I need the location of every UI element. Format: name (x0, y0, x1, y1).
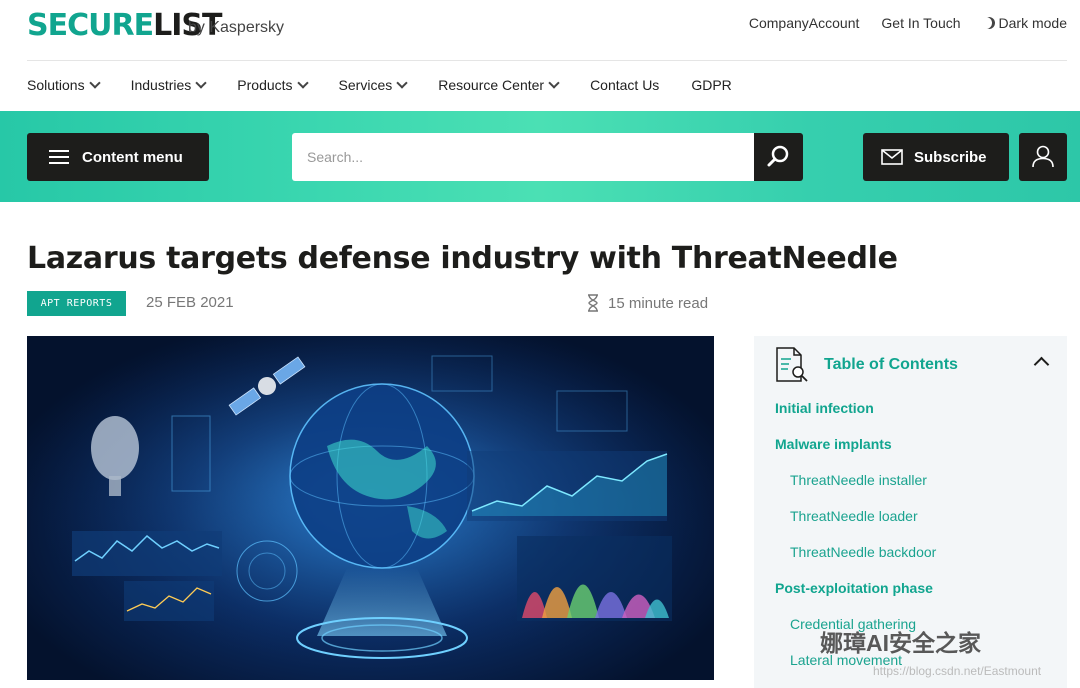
nav-item-products[interactable]: Products (237, 77, 309, 93)
watermark-url: https://blog.csdn.net/Eastmount (873, 664, 1042, 678)
publish-date: 25 FEB 2021 (146, 294, 234, 311)
hamburger-icon (49, 150, 69, 164)
envelope-icon (881, 149, 903, 165)
read-time: 15 minute read (586, 294, 708, 312)
nav-item-label: Industries (130, 77, 192, 93)
chevron-down-icon (88, 77, 101, 89)
content-menu-label: Content menu (82, 148, 183, 166)
chevron-down-icon (296, 77, 309, 89)
read-time-label: 15 minute read (608, 294, 709, 312)
toc-item[interactable]: Malware implants (775, 436, 936, 472)
search-input[interactable]: Search... (292, 133, 754, 181)
get-in-touch-link[interactable]: Get In Touch (881, 15, 960, 31)
toc-item[interactable]: ThreatNeedle installer (775, 472, 936, 508)
toc-header[interactable]: Table of Contents (774, 346, 958, 384)
cyber-illustration (27, 336, 714, 680)
nav-item-resource-center[interactable]: Resource Center (438, 77, 560, 93)
logo-secure: SECURE (27, 8, 154, 43)
hourglass-icon (588, 294, 598, 312)
category-badge[interactable]: APT REPORTS (27, 291, 126, 316)
toc-item[interactable]: ThreatNeedle loader (775, 508, 936, 544)
nav-item-label: Solutions (27, 77, 85, 93)
toc-title: Table of Contents (824, 356, 958, 373)
nav-item-label: Resource Center (438, 77, 545, 93)
toc-item[interactable]: Initial infection (775, 400, 936, 436)
header-divider (27, 60, 1067, 61)
chevron-down-icon (548, 77, 560, 89)
nav-item-label: Products (237, 77, 293, 93)
top-links: CompanyAccount Get In Touch Dark mode (749, 15, 1067, 31)
chevron-up-icon[interactable] (1033, 356, 1050, 373)
dark-mode-toggle[interactable]: Dark mode (983, 15, 1067, 31)
subscribe-label: Subscribe (914, 148, 987, 166)
watermark-text: 娜璋AI安全之家 (820, 630, 981, 656)
nav-item-contact-us[interactable]: Contact Us (590, 77, 659, 93)
search-placeholder: Search... (307, 149, 364, 165)
dark-mode-label: Dark mode (998, 15, 1067, 31)
toc-item[interactable]: Post-exploitation phase (775, 580, 936, 616)
chevron-down-icon (396, 77, 408, 89)
nav-item-solutions[interactable]: Solutions (27, 77, 101, 93)
company-account-link[interactable]: CompanyAccount (749, 15, 860, 31)
nav-item-label: Services (338, 77, 393, 93)
main-nav: Solutions Industries Products Services R… (27, 77, 764, 93)
content-menu-button[interactable]: Content menu (27, 133, 209, 181)
nav-item-label: Contact Us (590, 77, 660, 93)
search-button[interactable] (754, 133, 803, 181)
chevron-down-icon (195, 77, 207, 89)
nav-item-gdpr[interactable]: GDPR (691, 77, 731, 93)
moon-icon (983, 17, 995, 29)
brand-bar: SECURELIST by Kaspersky CompanyAccount G… (0, 0, 1080, 60)
account-button[interactable] (1019, 133, 1067, 181)
toc-item[interactable]: ThreatNeedle backdoor (775, 544, 936, 580)
hero-image (27, 336, 714, 680)
article-title: Lazarus targets defense industry with Th… (27, 241, 898, 276)
document-search-icon (776, 347, 808, 382)
subscribe-button[interactable]: Subscribe (863, 133, 1009, 181)
nav-item-services[interactable]: Services (338, 77, 408, 93)
nav-item-industries[interactable]: Industries (130, 77, 207, 93)
toolbar-band: Content menu Search... Subscribe (0, 111, 1080, 202)
user-icon (1032, 145, 1054, 168)
search-icon (767, 145, 789, 167)
byline: by Kaspersky (188, 19, 285, 36)
nav-item-label: GDPR (691, 77, 732, 93)
